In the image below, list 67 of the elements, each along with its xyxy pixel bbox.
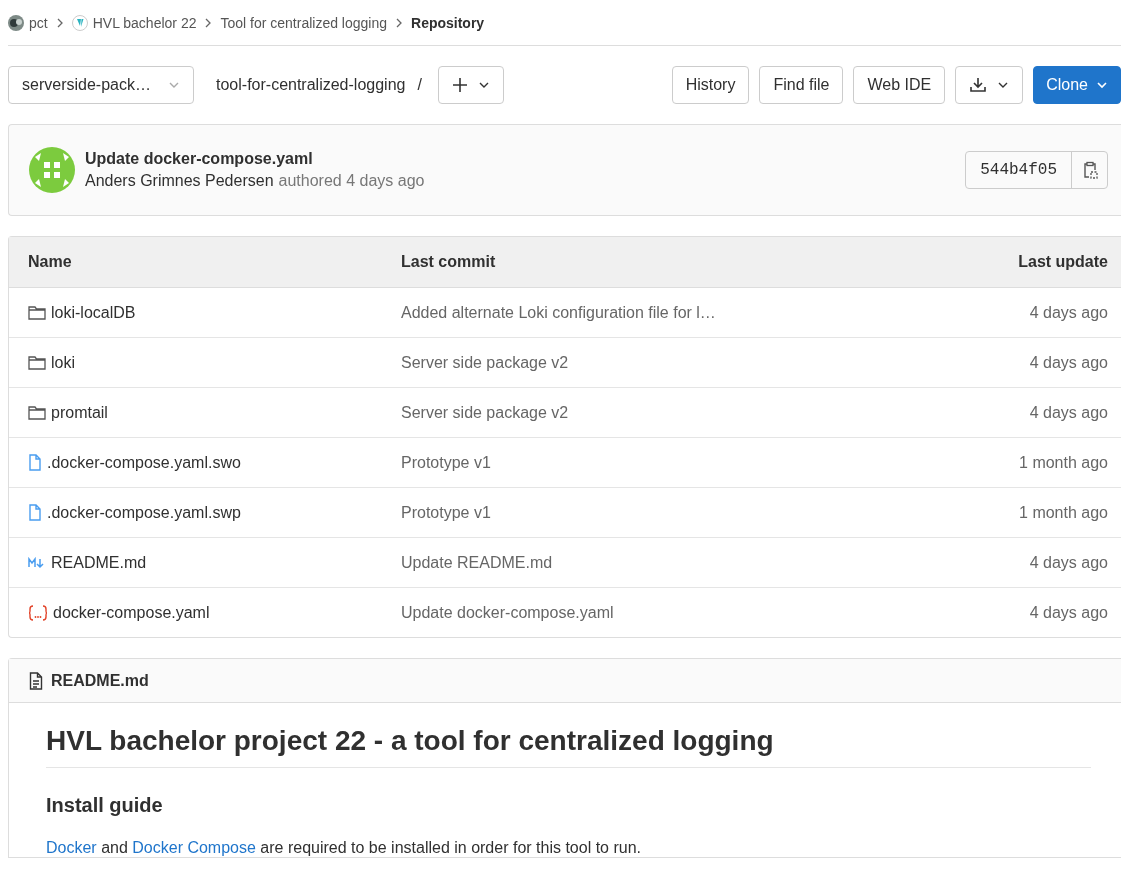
file-name-link[interactable]: promtail (51, 403, 108, 422)
group-avatar-icon (8, 14, 24, 31)
commit-message-link[interactable]: Prototype v1 (401, 503, 908, 522)
folder-icon (28, 305, 46, 320)
commit-message-link[interactable]: Update README.md (401, 553, 908, 572)
branch-dropdown[interactable]: serverside-pack… (8, 66, 194, 104)
last-update-cell-text: 1 month ago (1018, 453, 1108, 472)
last-update-cell-text: 4 days ago (1028, 603, 1108, 622)
readme-heading: HVL bachelor project 22 - a tool for centralized logging (46, 725, 1091, 768)
path-separator: / (417, 76, 422, 94)
file-name-link[interactable]: loki (51, 353, 75, 372)
commit-message-link[interactable]: Server side package v2 (401, 353, 908, 372)
commit-message-link[interactable]: Prototype v1 (401, 453, 908, 472)
folder-icon (28, 355, 46, 370)
clone-button[interactable]: Clone (1033, 66, 1121, 104)
chevron-down-icon (477, 81, 490, 89)
repository-path: tool-for-centralized-logging (216, 76, 406, 94)
file-name-link[interactable]: .docker-compose.yaml.swo (47, 453, 241, 472)
file-name-link[interactable]: .docker-compose.yaml.swp (47, 503, 241, 522)
chevron-right-icon (204, 17, 213, 28)
file-icon (28, 504, 42, 521)
file-icon (28, 454, 42, 471)
last-update-cell-text: 4 days ago (1028, 353, 1108, 372)
copy-icon (1081, 161, 1098, 179)
readme-paragraph: Docker and Docker Compose are required to be installed in order for this tool to run. (46, 839, 642, 857)
last-update-cell-text: 4 days ago (1028, 303, 1108, 322)
identicon-avatar-icon (29, 147, 75, 193)
commit-title[interactable]: Update docker-compose.yaml (85, 150, 425, 168)
readme-link[interactable]: Docker Compose (132, 839, 256, 856)
breadcrumb-link[interactable]: Repository (411, 14, 485, 31)
toolbar-button[interactable]: History (671, 66, 750, 104)
last-update-cell-text: 1 month ago (1018, 503, 1108, 522)
last-update-cell-text: 4 days ago (1028, 403, 1108, 422)
readme-subheading: Install guide (46, 794, 164, 817)
column-header: Last update (1017, 253, 1108, 271)
add-dropdown-button[interactable] (437, 66, 504, 104)
document-icon (29, 671, 43, 690)
download-icon (969, 76, 988, 94)
download-dropdown-button[interactable] (955, 66, 1024, 104)
toolbar-button[interactable]: Web IDE (853, 66, 946, 104)
commit-author[interactable]: Anders Grimnes Pedersen (85, 172, 274, 190)
breadcrumb-link[interactable]: Tool for centralized logging (220, 14, 387, 31)
last-update-cell-text: 4 days ago (1028, 553, 1108, 572)
commit-message-link[interactable]: Server side package v2 (401, 403, 908, 422)
markdown-icon (28, 556, 46, 569)
chevron-down-icon (1096, 81, 1108, 89)
file-name-link[interactable]: docker-compose.yaml (53, 603, 210, 622)
commit-message-link[interactable]: Added alternate Loki configuration file for l… (401, 303, 908, 322)
chevron-down-icon (997, 81, 1010, 89)
toolbar-button[interactable]: Find file (759, 66, 844, 104)
breadcrumb-link[interactable]: pct (29, 14, 48, 31)
column-header: Name (28, 253, 73, 271)
commit-message-link[interactable]: Update docker-compose.yaml (401, 603, 908, 622)
readme-filename: README.md (51, 671, 149, 690)
commit-time: authored 4 days ago (278, 172, 425, 190)
folder-icon (28, 405, 46, 420)
column-header: Last commit (401, 253, 497, 271)
chevron-down-icon (168, 81, 180, 89)
plus-icon (451, 77, 468, 93)
file-name-link[interactable]: loki-localDB (51, 303, 136, 322)
chevron-right-icon (395, 17, 403, 28)
readme-link[interactable]: Docker (46, 839, 97, 856)
breadcrumb-link[interactable]: HVL bachelor 22 (92, 14, 197, 31)
file-name-link[interactable]: README.md (51, 553, 147, 572)
braces-icon (28, 604, 48, 621)
project-avatar-icon (71, 14, 88, 31)
chevron-right-icon (55, 17, 64, 28)
